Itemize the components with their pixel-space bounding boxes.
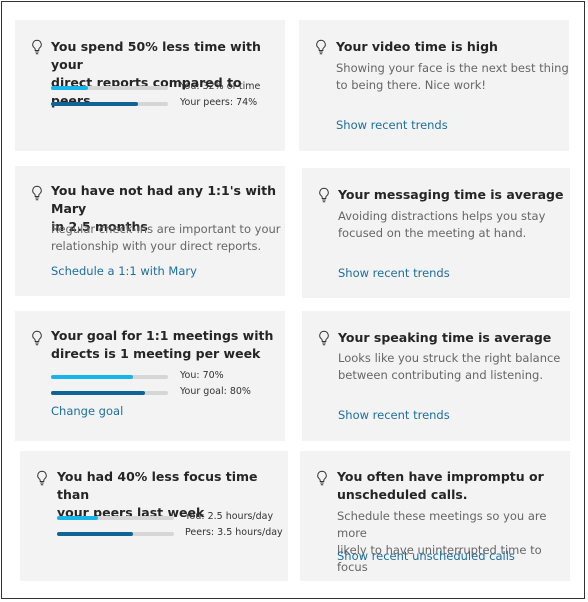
insight-card-video-time: Your video time is high Showing your fac… [299, 20, 569, 151]
insight-card-focus-time: You had 40% less focus time than your pee… [20, 451, 288, 581]
bar-you [57, 516, 174, 520]
bar-peers [57, 532, 174, 536]
lightbulb-icon [316, 39, 326, 55]
insight-card-speaking-time: Your speaking time is average Looks like… [302, 311, 570, 441]
bar-peers-label: Your peers: 74% [180, 97, 258, 108]
schedule-one-on-one-link[interactable]: Schedule a 1:1 with Mary [51, 264, 197, 278]
card-title: Your video time is high [336, 39, 498, 54]
card-body: Avoiding distractions helps you stay focu… [338, 209, 546, 240]
insight-card-unscheduled-calls: You often have impromptu or unscheduled c… [300, 451, 570, 581]
show-recent-unscheduled-calls-link[interactable]: Show recent unscheduled calls [337, 549, 515, 563]
show-recent-trends-link[interactable]: Show recent trends [338, 266, 450, 280]
bar-goal [51, 391, 168, 395]
lightbulb-icon [319, 330, 329, 346]
bar-you [51, 86, 168, 90]
lightbulb-icon [32, 330, 42, 346]
bar-you-label: You: 2.5 hours/day [185, 511, 274, 522]
card-body: Showing your face is the next best thing… [336, 61, 569, 92]
bar-goal-label: Your goal: 80% [180, 386, 251, 397]
card-title: Your messaging time is average [338, 187, 564, 202]
bar-you-label: You: 70% [180, 370, 224, 381]
card-body: Schedule these meetings so you are more l… [337, 509, 547, 574]
change-goal-link[interactable]: Change goal [51, 404, 123, 418]
card-body: Regular check-ins are important to your r… [51, 222, 281, 253]
card-body: Looks like you struck the right balance b… [338, 351, 561, 382]
lightbulb-icon [37, 470, 47, 486]
card-title: You often have impromptu or unscheduled c… [337, 469, 544, 502]
lightbulb-icon [32, 39, 42, 55]
insight-card-one-on-one-goal: Your goal for 1:1 meetings with directs i… [15, 311, 285, 441]
insight-card-one-on-one-mary: You have not had any 1:1's with Mary in 2… [15, 166, 285, 296]
insight-card-messaging-time: Your messaging time is average Avoiding … [302, 168, 570, 298]
lightbulb-icon [319, 187, 329, 203]
show-recent-trends-link[interactable]: Show recent trends [338, 408, 450, 422]
bar-you [51, 375, 168, 379]
card-title: Your speaking time is average [338, 330, 552, 345]
lightbulb-icon [32, 185, 42, 201]
card-title: Your goal for 1:1 meetings with directs i… [51, 328, 274, 361]
bar-peers [51, 102, 168, 106]
bar-peers-label: Peers: 3.5 hours/day [185, 527, 283, 538]
lightbulb-icon [317, 470, 327, 486]
show-recent-trends-link[interactable]: Show recent trends [336, 118, 448, 132]
bar-you-label: You: 32% of time [180, 81, 261, 92]
insight-card-direct-reports-time: You spend 50% less time with your direct … [15, 20, 285, 151]
